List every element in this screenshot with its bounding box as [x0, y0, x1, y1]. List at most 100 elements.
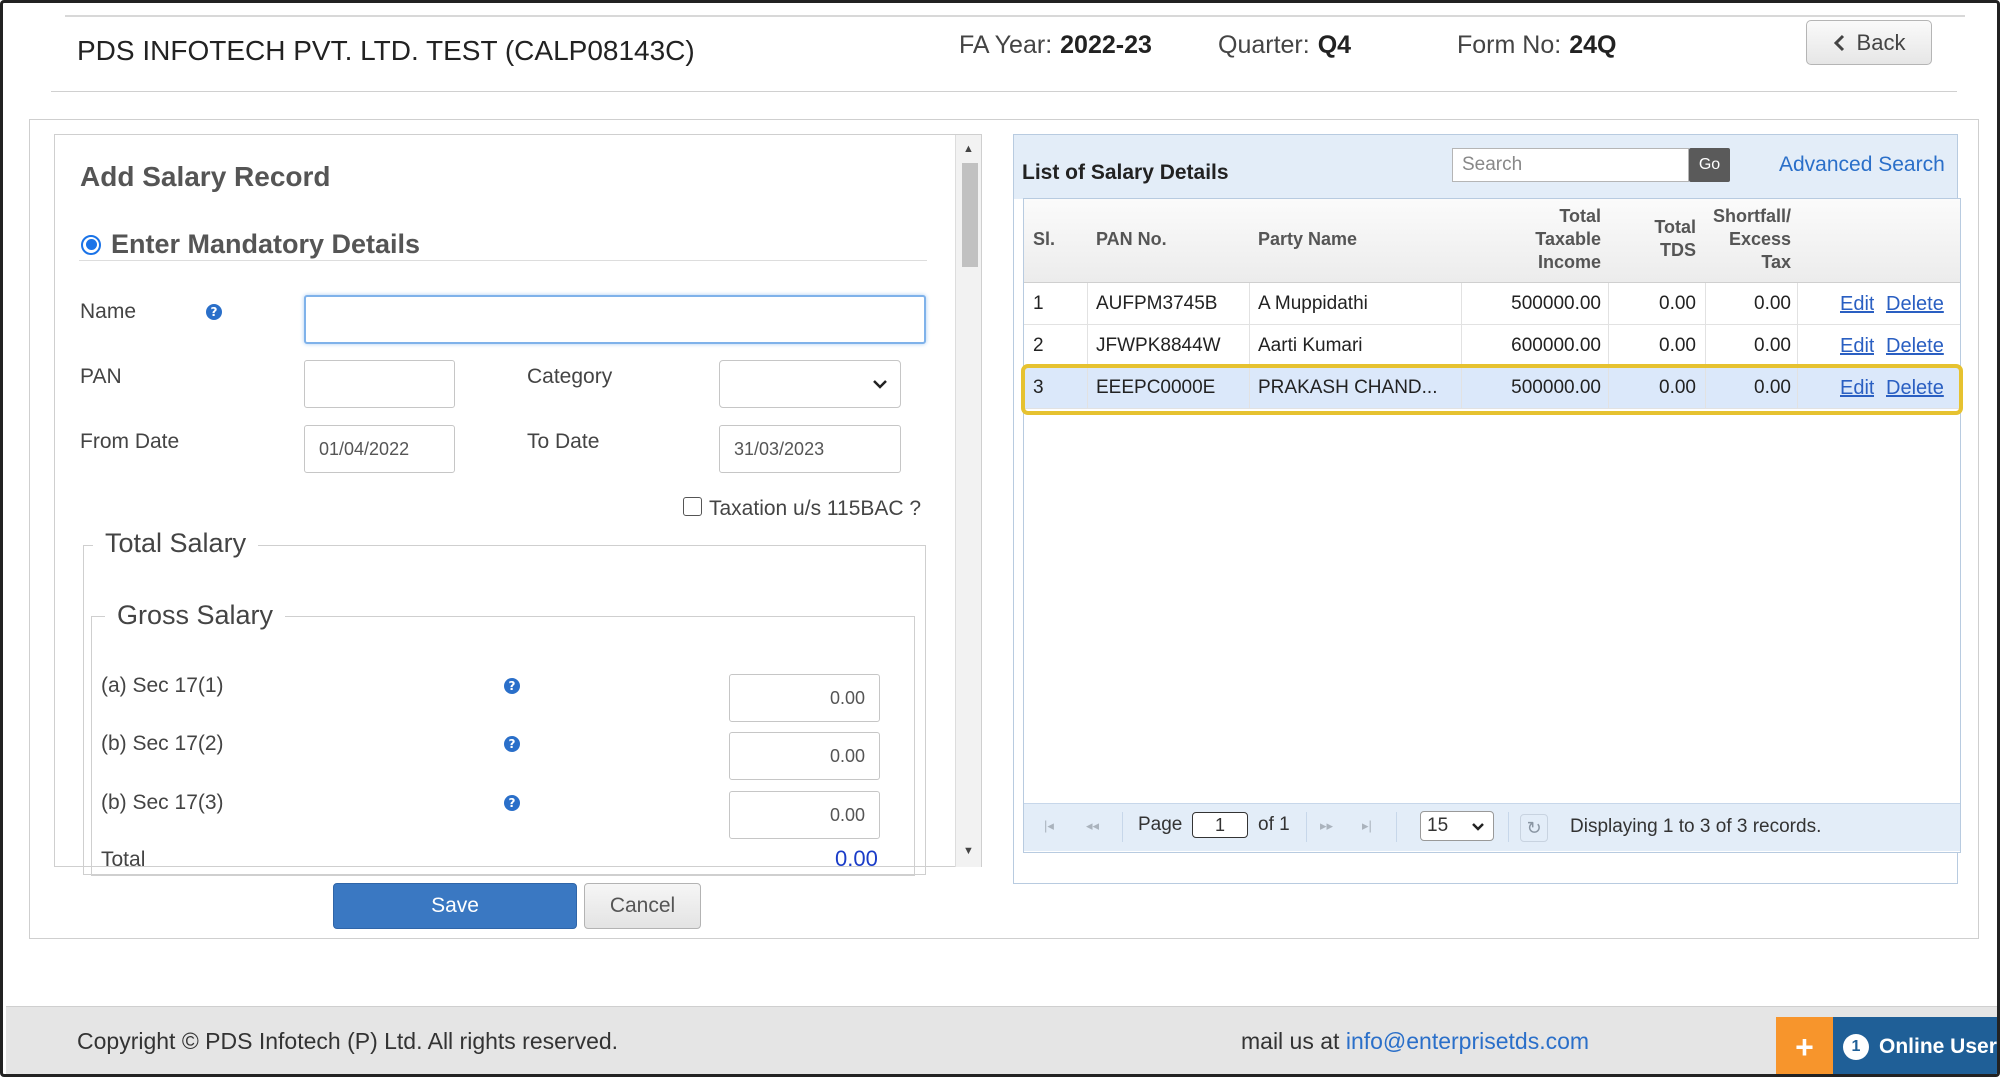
mandatory-details-radio[interactable]: Enter Mandatory Details	[81, 229, 420, 260]
page-size-value: 15	[1427, 815, 1449, 836]
to-date-label: To Date	[527, 430, 600, 453]
sec-17-2-input[interactable]: 0.00	[729, 732, 880, 780]
scroll-down-icon[interactable]: ▼	[963, 845, 974, 857]
sec-17-3-input[interactable]: 0.00	[729, 791, 880, 839]
cell-divider	[1608, 325, 1609, 367]
cell-party-name: A Muppidathi	[1258, 293, 1368, 314]
cell-sl: 1	[1033, 293, 1044, 314]
from-date-label: From Date	[80, 430, 180, 453]
cancel-button[interactable]: Cancel	[584, 883, 701, 929]
quarter: Quarter: Q4	[1218, 31, 1351, 60]
back-button[interactable]: Back	[1806, 20, 1932, 65]
plus-button[interactable]: +	[1776, 1017, 1833, 1074]
col-short-line-1: Shortfall/	[1712, 206, 1791, 226]
col-pan[interactable]: PAN No.	[1096, 228, 1167, 251]
quarter-label: Quarter:	[1218, 31, 1310, 59]
advanced-search-link[interactable]: Advanced Search	[1779, 153, 1945, 177]
col-income-line-2: Taxable	[1535, 229, 1601, 249]
col-sl[interactable]: Sl.	[1033, 228, 1055, 251]
next-page-icon[interactable]: ▸▸	[1320, 818, 1333, 834]
refresh-icon[interactable]: ↻	[1520, 814, 1548, 842]
scroll-thumb[interactable]	[962, 163, 978, 267]
header-divider	[51, 91, 1957, 92]
cell-income: 500000.00	[1511, 293, 1601, 314]
scroll-up-icon[interactable]: ▲	[963, 143, 974, 155]
delete-link[interactable]: Delete	[1886, 335, 1944, 358]
form-title: Add Salary Record	[80, 161, 331, 192]
cell-tds: 0.00	[1659, 335, 1696, 356]
help-icon[interactable]: ?	[504, 795, 520, 811]
col-total-taxable-income[interactable]: Total Taxable Income	[1434, 205, 1601, 274]
cell-divider	[1087, 325, 1088, 367]
pager-divider	[1306, 812, 1307, 842]
to-date-input[interactable]: 31/03/2023	[719, 425, 901, 473]
col-party-name[interactable]: Party Name	[1258, 228, 1357, 251]
search-input[interactable]: Search	[1452, 148, 1689, 182]
salary-list-title: List of Salary Details	[1022, 161, 1229, 184]
cell-shortfall: 0.00	[1754, 293, 1791, 314]
from-date-input[interactable]: 01/04/2022	[304, 425, 455, 473]
pager-divider	[1508, 812, 1509, 842]
table-row[interactable]: 1 AUFPM3745B A Muppidathi 500000.00 0.00…	[1024, 283, 1960, 325]
fa-year: FA Year: 2022-23	[959, 31, 1152, 60]
online-users-button[interactable]: 1 Online Users	[1833, 1017, 1997, 1074]
prev-page-icon[interactable]: ◂◂	[1086, 818, 1099, 834]
edit-link[interactable]: Edit	[1840, 293, 1874, 316]
sec-17-3-label: (b) Sec 17(3)	[101, 791, 224, 814]
name-input[interactable]	[304, 295, 926, 344]
fa-year-value: 2022-23	[1060, 31, 1152, 59]
app-window: PDS INFOTECH PVT. LTD. TEST (CALP08143C)…	[0, 0, 2000, 1077]
table-row[interactable]: 2 JFWPK8844W Aarti Kumari 600000.00 0.00…	[1024, 325, 1960, 367]
pager-divider	[1122, 812, 1123, 842]
section-divider	[79, 260, 927, 261]
cell-shortfall: 0.00	[1754, 335, 1791, 356]
col-tds-line-2: TDS	[1660, 240, 1696, 260]
top-divider	[65, 3, 1965, 17]
total-value: 0.00	[835, 846, 878, 866]
cell-divider	[1705, 283, 1706, 325]
pagination-bar: |◂ ◂◂ Page 1 of 1 ▸▸ ▸| 15 ↻ Displaying …	[1024, 803, 1960, 851]
help-icon[interactable]: ?	[504, 678, 520, 694]
col-short-line-3: Tax	[1761, 252, 1791, 272]
sec-17-1-input[interactable]: 0.00	[729, 674, 880, 722]
display-info: Displaying 1 to 3 of 3 records.	[1570, 816, 1822, 837]
mandatory-details-label: Enter Mandatory Details	[111, 229, 421, 259]
cell-divider	[1608, 283, 1609, 325]
mail-link[interactable]: info@enterprisetds.com	[1346, 1028, 1589, 1054]
cell-divider	[1087, 283, 1088, 325]
cell-tds: 0.00	[1659, 293, 1696, 314]
name-label: Name	[80, 300, 137, 323]
cell-divider	[1461, 283, 1462, 325]
go-button[interactable]: Go	[1689, 148, 1730, 182]
delete-link[interactable]: Delete	[1886, 293, 1944, 316]
radio-selected-icon[interactable]	[81, 234, 101, 255]
page-number-input[interactable]: 1	[1192, 812, 1248, 838]
form-scrollbar[interactable]: ▲ ▼	[955, 135, 981, 867]
cell-pan: AUFPM3745B	[1096, 293, 1218, 314]
total-row-clip: Total 0.00	[55, 843, 954, 866]
page-size-select[interactable]: 15	[1420, 811, 1494, 841]
back-label: Back	[1856, 29, 1906, 55]
help-icon[interactable]: ?	[504, 736, 520, 752]
cell-divider	[1797, 325, 1798, 367]
save-button[interactable]: Save	[333, 883, 577, 929]
cell-divider	[1705, 325, 1706, 367]
form-no: Form No: 24Q	[1457, 31, 1616, 60]
col-shortfall-excess-tax[interactable]: Shortfall/ Excess Tax	[1704, 205, 1791, 274]
last-page-icon[interactable]: ▸|	[1362, 818, 1372, 834]
page-label: Page	[1138, 814, 1183, 835]
cell-party-name: Aarti Kumari	[1258, 335, 1363, 356]
help-icon[interactable]: ?	[206, 304, 222, 320]
cell-sl: 2	[1033, 335, 1044, 356]
total-label: Total	[101, 848, 146, 866]
col-short-line-2: Excess	[1728, 229, 1791, 249]
category-select[interactable]	[719, 360, 901, 408]
pan-label: PAN	[80, 365, 122, 388]
cell-income: 600000.00	[1511, 335, 1601, 356]
first-page-icon[interactable]: |◂	[1044, 818, 1054, 834]
pan-input[interactable]	[304, 360, 455, 408]
taxation-checkbox[interactable]	[683, 497, 702, 516]
edit-link[interactable]: Edit	[1840, 335, 1874, 358]
chevron-down-icon	[1472, 823, 1484, 831]
col-total-tds[interactable]: Total TDS	[1624, 216, 1696, 262]
